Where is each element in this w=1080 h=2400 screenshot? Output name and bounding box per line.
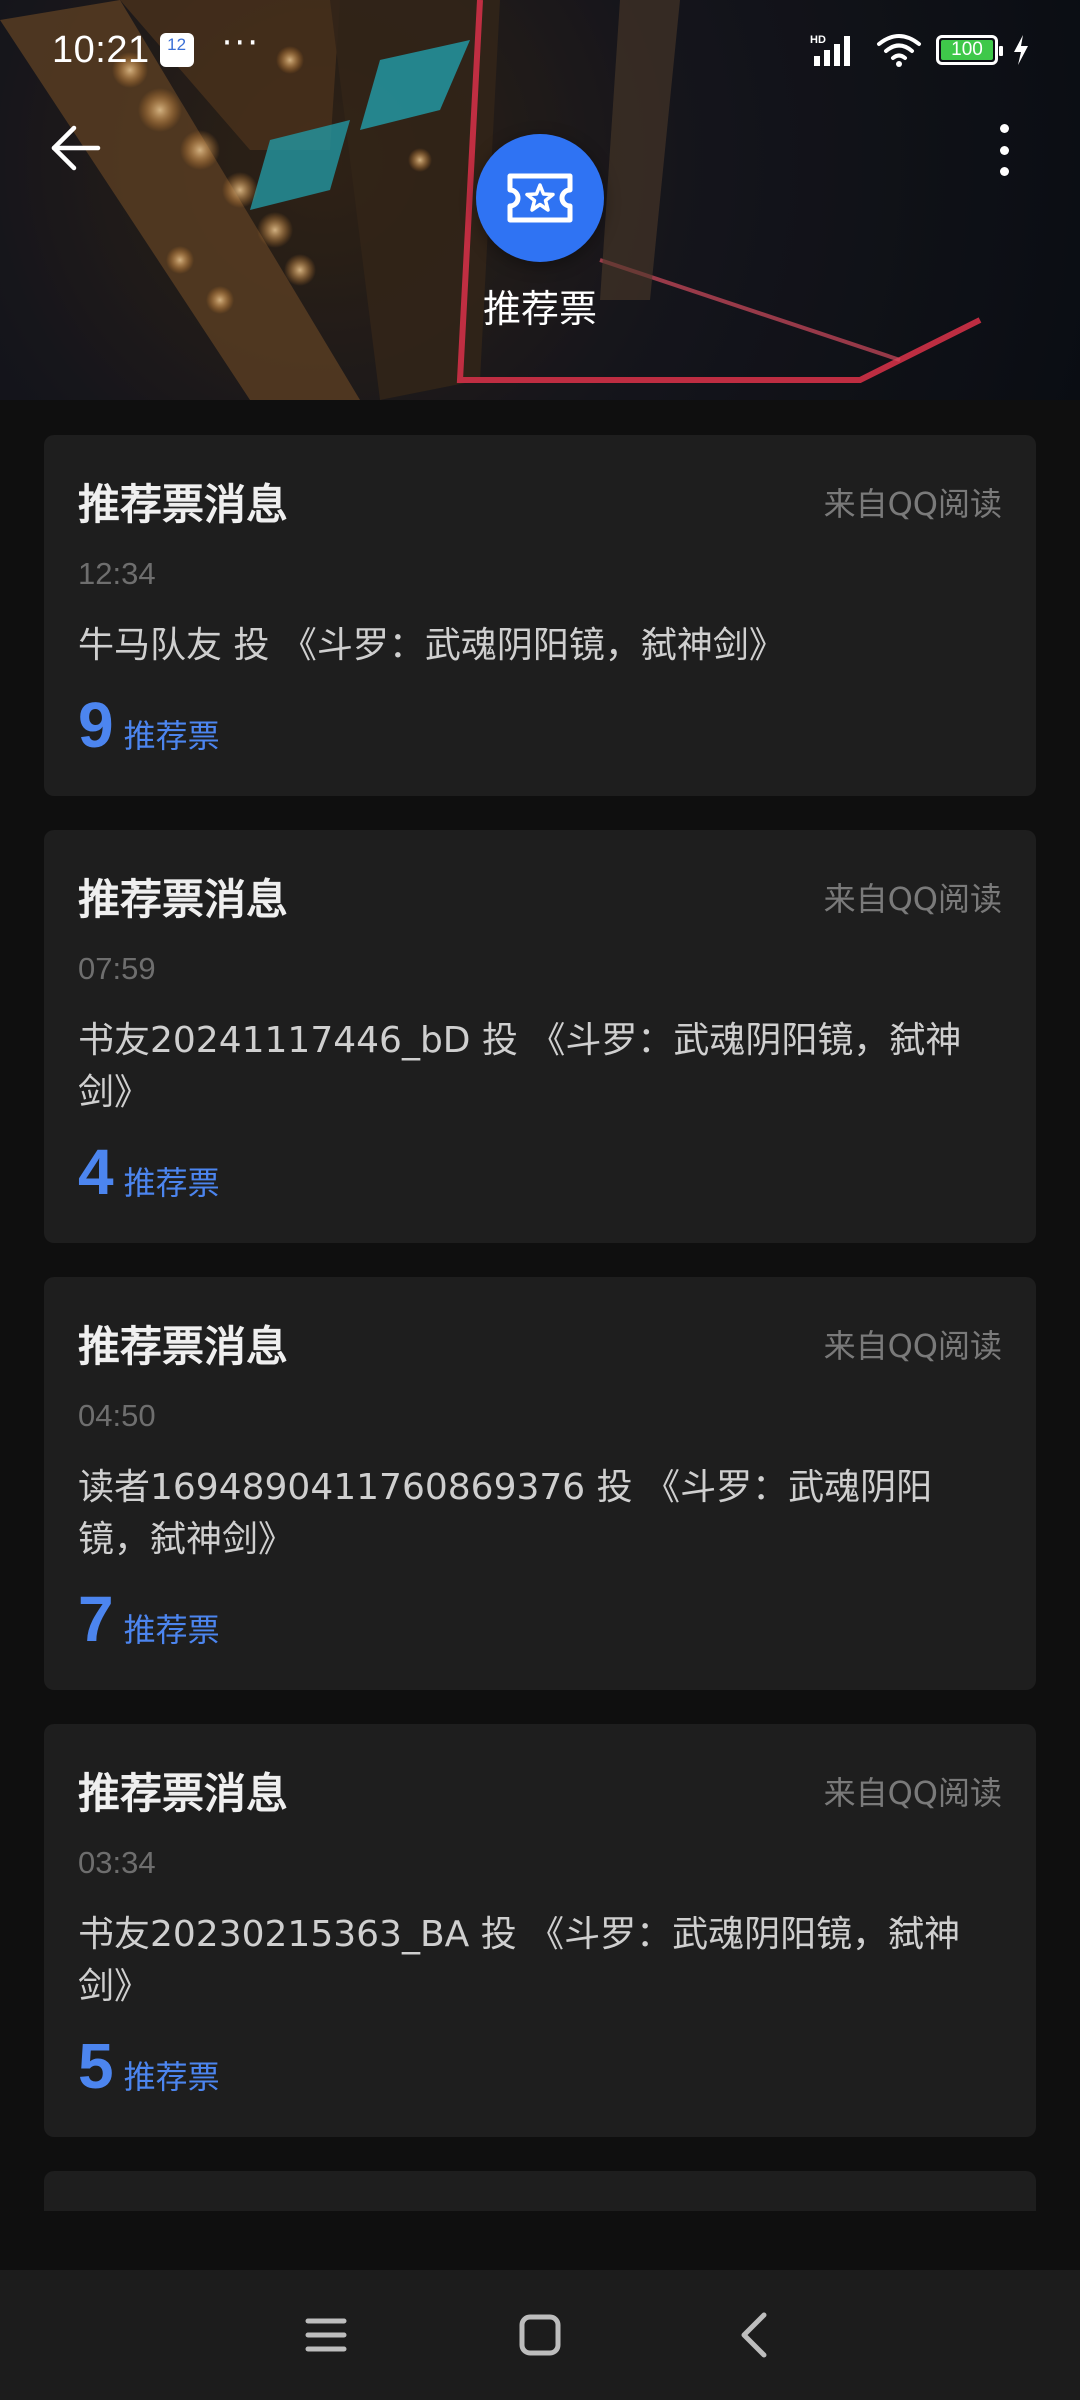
- card-source: 来自QQ阅读: [823, 484, 1002, 523]
- card-body: 书友20230215363_BA 投 《斗罗：武魂阴阳镜，弑神剑》: [78, 1914, 961, 2007]
- back-button[interactable]: [48, 120, 104, 176]
- card-source: 来自QQ阅读: [823, 879, 1002, 918]
- card-header: 推荐票消息 来自QQ阅读: [78, 1760, 1002, 1821]
- ticket-star-icon: [507, 173, 573, 223]
- nav-home-button[interactable]: [508, 2303, 572, 2367]
- card-source: 来自QQ阅读: [823, 1326, 1002, 1365]
- card-time: 12:34: [78, 556, 156, 591]
- chevron-left-icon: [741, 2312, 767, 2358]
- system-nav-bar: [0, 2270, 1080, 2400]
- card-body: 牛马队友 投 《斗罗：武魂阴阳镜，弑神剑》: [78, 625, 785, 666]
- status-right: HD 100: [810, 32, 1030, 68]
- status-time: 10:21: [52, 28, 150, 71]
- message-card[interactable]: 推荐票消息 来自QQ阅读 04:50 读者1694890411760869376…: [44, 1277, 1036, 1690]
- status-left: 10:21 12 ···: [52, 23, 260, 72]
- page: 10:21 12 ··· HD 100 推荐票 推荐票消息 来自QQ阅读 12:…: [0, 0, 1080, 2400]
- menu-icon: [305, 2318, 347, 2352]
- battery-icon: 100: [936, 35, 1003, 65]
- card-header: 推荐票消息 来自QQ阅读: [78, 866, 1002, 927]
- battery-level: 100: [951, 39, 983, 60]
- ticket-badge: [476, 134, 604, 262]
- more-vertical-icon: [999, 124, 1009, 133]
- card-votes: 9 推荐票: [78, 688, 1002, 762]
- card-title: 推荐票消息: [78, 875, 289, 924]
- more-options-button[interactable]: [980, 120, 1028, 180]
- message-card[interactable]: 推荐票消息 来自QQ阅读 03:34 书友20230215363_BA 投 《斗…: [44, 1724, 1036, 2137]
- more-dot: [999, 167, 1009, 176]
- card-time: 04:50: [78, 1398, 156, 1433]
- card-body: 读者1694890411760869376 投 《斗罗：武魂阴阳镜，弑神剑》: [78, 1467, 933, 1560]
- vote-label: 推荐票: [123, 1611, 220, 1649]
- nav-back-button[interactable]: [722, 2303, 786, 2367]
- vote-label: 推荐票: [123, 2058, 220, 2096]
- card-time: 07:59: [78, 951, 156, 986]
- card-title: 推荐票消息: [78, 1322, 289, 1371]
- vote-count: 9: [78, 689, 114, 761]
- card-time: 03:34: [78, 1845, 156, 1880]
- signal-icon: HD: [810, 34, 850, 66]
- card-header: 推荐票消息 来自QQ阅读: [78, 471, 1002, 532]
- message-card[interactable]: 推荐票消息 来自QQ阅读 12:34 牛马队友 投 《斗罗：武魂阴阳镜，弑神剑》…: [44, 435, 1036, 796]
- card-votes: 7 推荐票: [78, 1582, 1002, 1656]
- charging-icon: [1014, 35, 1028, 65]
- vote-count: 4: [78, 1136, 114, 1208]
- vote-label: 推荐票: [123, 717, 220, 755]
- vote-label: 推荐票: [123, 1164, 220, 1202]
- card-title: 推荐票消息: [78, 480, 289, 529]
- message-card[interactable]: 推荐票消息 来自QQ阅读 07:59 书友20241117446_bD 投 《斗…: [44, 830, 1036, 1243]
- card-body: 书友20241117446_bD 投 《斗罗：武魂阴阳镜，弑神剑》: [78, 1020, 962, 1113]
- card-source: 来自QQ阅读: [823, 1773, 1002, 1812]
- network-type-label: HD: [810, 34, 826, 46]
- calendar-notification-icon: 12: [159, 33, 194, 67]
- message-list: 推荐票消息 来自QQ阅读 12:34 牛马队友 投 《斗罗：武魂阴阳镜，弑神剑》…: [44, 435, 1036, 2245]
- vote-count: 5: [78, 2030, 114, 2102]
- status-bar: 10:21 12 ··· HD 100: [0, 0, 1080, 100]
- wifi-icon: [877, 34, 921, 67]
- card-title: 推荐票消息: [78, 1769, 289, 1818]
- message-card-partial[interactable]: [44, 2171, 1036, 2211]
- card-header: 推荐票消息 来自QQ阅读: [78, 1313, 1002, 1374]
- card-votes: 4 推荐票: [78, 1135, 1002, 1209]
- vote-count: 7: [78, 1583, 114, 1655]
- arrow-left-icon: [51, 125, 101, 171]
- page-title: 推荐票: [482, 287, 597, 331]
- more-notifications-indicator: ···: [221, 23, 261, 63]
- card-votes: 5 推荐票: [78, 2029, 1002, 2103]
- nav-menu-button[interactable]: [294, 2303, 358, 2367]
- more-dot: [999, 145, 1009, 155]
- home-square-icon: [519, 2314, 561, 2356]
